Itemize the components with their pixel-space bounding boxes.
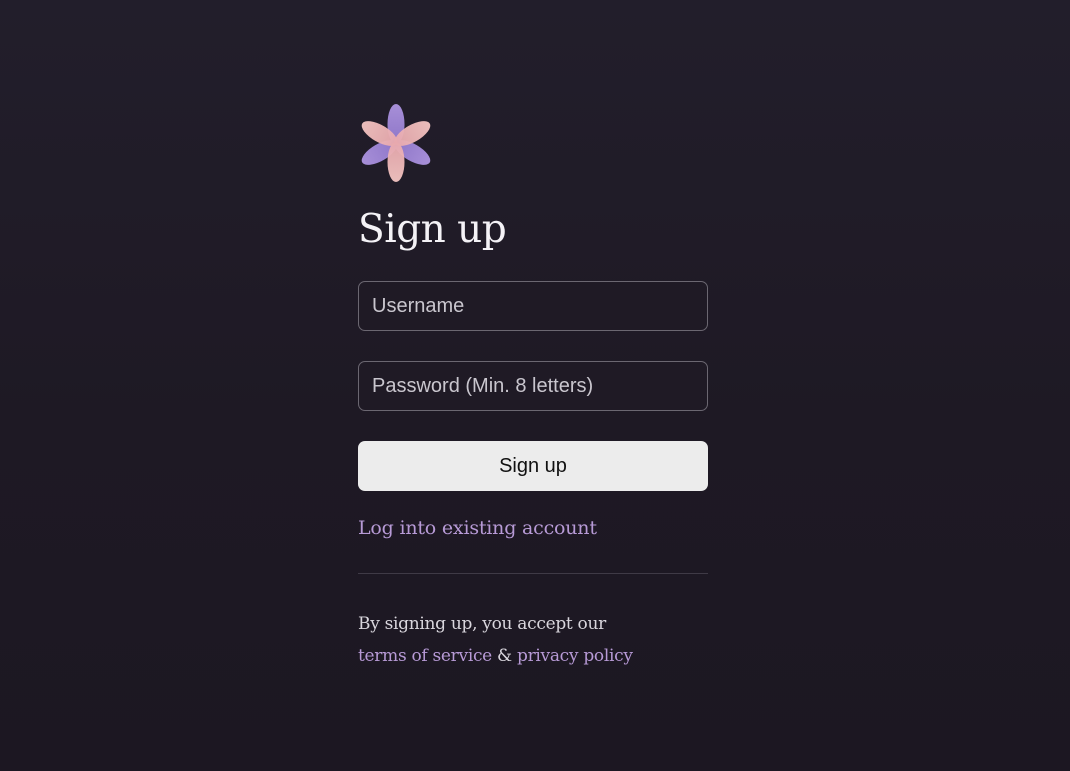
privacy-policy-link[interactable]: privacy policy (517, 646, 633, 666)
terms-prefix-text: By signing up, you accept our (358, 614, 606, 634)
username-input[interactable] (358, 281, 708, 331)
signup-panel: Sign up Sign up Log into existing accoun… (358, 100, 708, 672)
page-title: Sign up (358, 207, 507, 252)
terms-notice: By signing up, you accept our terms of s… (358, 608, 708, 672)
divider (358, 573, 708, 574)
sign-up-button[interactable]: Sign up (358, 441, 708, 491)
flower-logo-icon (361, 104, 431, 182)
terms-of-service-link[interactable]: terms of service (358, 646, 492, 666)
password-input[interactable] (358, 361, 708, 411)
terms-conjunction: & (497, 646, 512, 666)
log-into-existing-account-link[interactable]: Log into existing account (358, 517, 597, 539)
